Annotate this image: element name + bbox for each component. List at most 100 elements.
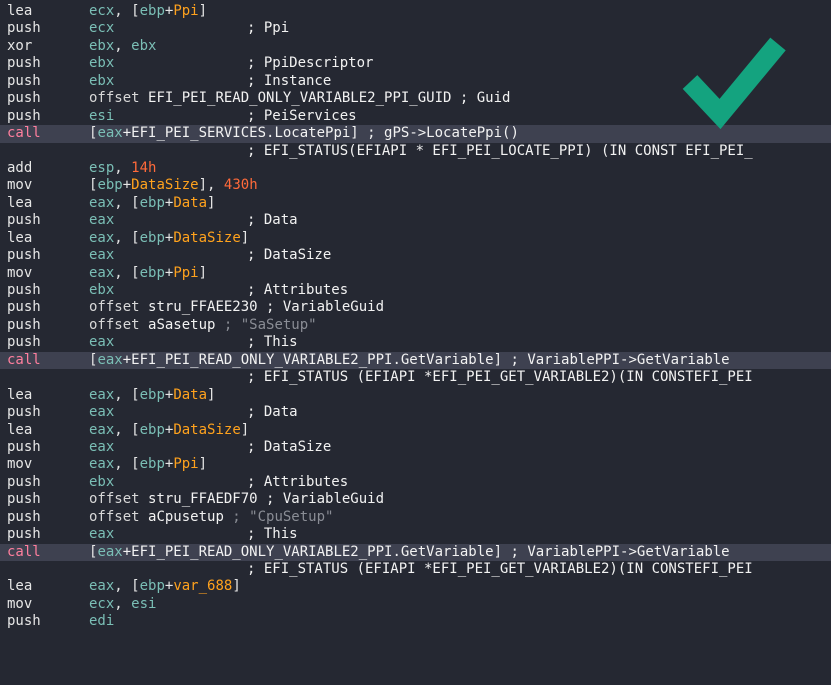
register-token[interactable]: ebp [140,387,165,403]
code-line[interactable]: push eax ; DataSize [0,247,831,264]
code-line[interactable]: push eax ; DataSize [0,439,831,456]
register-token[interactable]: esi [131,596,156,612]
register-token[interactable]: eax [89,578,114,594]
code-line[interactable]: add esp, 14h [0,160,831,177]
register-token[interactable]: eax [89,230,114,246]
punctuation-token: , [ [114,194,140,211]
stack-variable-token[interactable]: Ppi [173,456,198,472]
stack-variable-token[interactable]: var_688 [173,578,232,594]
mnemonic: push [7,508,41,525]
code-line[interactable]: lea eax, [ebp+Data] [0,195,831,212]
code-line[interactable]: mov [ebp+DataSize], 430h [0,177,831,194]
register-token[interactable]: eax [89,247,114,263]
register-token[interactable]: eax [97,352,122,368]
code-line[interactable]: lea eax, [ebp+Data] [0,387,831,404]
code-line[interactable]: push eax ; This [0,334,831,351]
keyword-token: offset [89,90,149,107]
mnemonic: push [7,526,41,543]
register-token[interactable]: ebx [89,55,114,71]
code-line[interactable]: ; EFI_STATUS (EFIAPI *EFI_PEI_GET_VARIAB… [0,561,831,578]
register-token[interactable]: eax [97,125,122,141]
register-token[interactable]: eax [89,456,114,472]
code-line[interactable]: mov eax, [ebp+Ppi] [0,456,831,473]
code-line[interactable]: ; EFI_STATUS(EFIAPI * EFI_PEI_LOCATE_PPI… [0,143,831,160]
register-token[interactable]: ebx [131,38,156,54]
code-line[interactable]: lea eax, [ebp+var_688] [0,578,831,595]
code-line[interactable]: push offset stru_FFAEE230 ; VariableGuid [0,299,831,316]
operands: eax, [ebp+Ppi] [89,456,207,473]
register-token[interactable]: ebx [89,282,114,298]
register-token[interactable]: ebp [140,578,165,594]
mnemonic: mov [7,456,33,473]
stack-variable-token[interactable]: Data [173,195,207,211]
stack-variable-token[interactable]: Ppi [173,3,198,19]
register-token[interactable]: ebp [140,456,165,472]
code-line[interactable]: lea eax, [ebp+DataSize] [0,230,831,247]
register-token[interactable]: ebp [140,3,165,19]
symbol-token[interactable]: aCpusetup [148,509,224,525]
code-line[interactable]: push eax ; Data [0,212,831,229]
operands: eax [89,439,114,456]
code-line[interactable]: ; EFI_STATUS (EFIAPI *EFI_PEI_GET_VARIAB… [0,369,831,386]
register-token[interactable]: esi [89,108,114,124]
stack-variable-token[interactable]: Ppi [173,265,198,281]
operands: ebx, ebx [89,38,156,55]
code-line[interactable]: mov ecx, esi [0,596,831,613]
stack-variable-token[interactable]: DataSize [173,422,240,438]
mnemonic: call [7,543,41,560]
register-token[interactable]: ebp [140,195,165,211]
code-line[interactable]: mov eax, [ebp+Ppi] [0,265,831,282]
register-token[interactable]: ecx [89,596,114,612]
stack-variable-token[interactable]: DataSize [173,230,240,246]
keyword-token: offset [89,316,149,333]
punctuation-token: ] [240,229,250,246]
code-line[interactable]: push eax ; This [0,526,831,543]
register-token[interactable]: ebx [89,73,114,89]
register-token[interactable]: eax [89,422,114,438]
register-token[interactable]: eax [89,526,114,542]
code-line[interactable]: push edi [0,613,831,630]
symbol-token[interactable]: aSasetup [148,317,215,333]
code-line[interactable]: call [eax+EFI_PEI_READ_ONLY_VARIABLE2_PPI… [0,351,831,370]
symbol-token[interactable]: EFI_PEI_READ_ONLY_VARIABLE2_PPI_GUID [148,90,451,106]
stack-variable-token[interactable]: Data [173,387,207,403]
operands: offset EFI_PEI_READ_ONLY_VARIABLE2_PPI_G… [89,90,510,107]
register-token[interactable]: eax [89,387,114,403]
symbol-token[interactable]: +EFI_PEI_SERVICES.LocatePpi] [123,125,359,141]
register-token[interactable]: ebp [97,177,122,193]
code-line[interactable]: push offset aSasetup ; "SaSetup" [0,317,831,334]
register-token[interactable]: ebx [89,474,114,490]
register-token[interactable]: eax [97,544,122,560]
register-token[interactable]: ecx [89,20,114,36]
code-line[interactable]: push offset aCpusetup ; "CpuSetup" [0,509,831,526]
register-token[interactable]: esp [89,160,114,176]
register-token[interactable]: eax [89,212,114,228]
register-token[interactable]: ebp [140,422,165,438]
register-token[interactable]: edi [89,613,114,629]
symbol-token[interactable]: stru_FFAEE230 [148,299,258,315]
comment: ; Data [247,212,298,229]
register-token[interactable]: eax [89,265,114,281]
register-token[interactable]: ecx [89,3,114,19]
code-line[interactable]: call [eax+EFI_PEI_READ_ONLY_VARIABLE2_PPI… [0,543,831,561]
register-token[interactable]: ebp [140,265,165,281]
code-line[interactable]: lea ecx, [ebp+Ppi] [0,3,831,20]
stack-variable-token[interactable]: DataSize [131,177,198,193]
symbol-token[interactable]: +EFI_PEI_READ_ONLY_VARIABLE2_PPI.GetVari… [123,544,502,560]
register-token[interactable]: eax [89,439,114,455]
register-token[interactable]: eax [89,404,114,420]
code-line[interactable]: push ebx ; Attributes [0,474,831,491]
code-line[interactable]: push eax ; Data [0,404,831,421]
code-line[interactable]: push offset stru_FFAEDF70 ; VariableGuid [0,491,831,508]
register-token[interactable]: eax [89,195,114,211]
register-token[interactable]: ebp [140,230,165,246]
symbol-token[interactable]: +EFI_PEI_READ_ONLY_VARIABLE2_PPI.GetVari… [123,352,502,368]
mnemonic: push [7,316,41,333]
comment-token: ; Guid [451,90,511,107]
code-line[interactable]: push ebx ; Attributes [0,282,831,299]
register-token[interactable]: eax [89,334,114,350]
operands: eax, [ebp+var_688] [89,578,241,595]
symbol-token[interactable]: stru_FFAEDF70 [148,491,258,507]
code-line[interactable]: lea eax, [ebp+DataSize] [0,422,831,439]
register-token[interactable]: ebx [89,38,114,54]
